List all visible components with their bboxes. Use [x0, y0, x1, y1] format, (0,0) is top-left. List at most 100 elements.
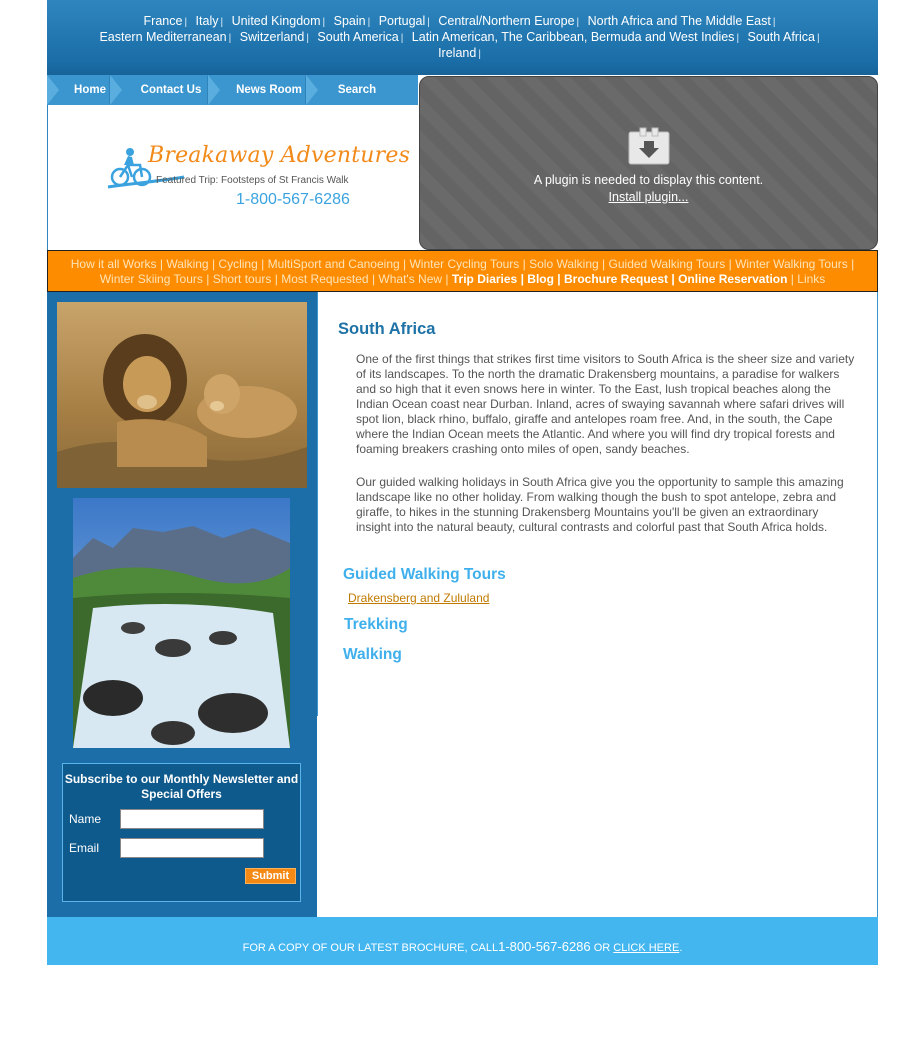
plugin-box[interactable]: A plugin is needed to display this conte…: [419, 76, 878, 250]
cat-separator: |: [728, 257, 732, 271]
country-link[interactable]: France: [144, 14, 183, 28]
cat-winter-cycling[interactable]: Winter Cycling Tours: [409, 257, 519, 271]
nav-contact-us[interactable]: Contact Us: [127, 75, 215, 105]
cat-brochure-request[interactable]: Brochure Request: [564, 272, 668, 286]
cat-cycling[interactable]: Cycling: [218, 257, 257, 271]
footer-prefix: FOR A COPY OF OUR LATEST BROCHURE, CALL: [242, 942, 499, 954]
left-sidebar: Subscribe to our Monthly Newsletter and …: [47, 292, 317, 917]
footer-phone: 1-800-567-6286: [498, 939, 591, 954]
cat-separator: |: [274, 272, 278, 286]
cat-guided-walking[interactable]: Guided Walking Tours: [609, 257, 726, 271]
country-link-item: France |: [144, 14, 193, 28]
section-trekking[interactable]: Trekking: [344, 616, 408, 634]
cat-separator: |: [371, 272, 376, 286]
country-link[interactable]: Portugal: [379, 14, 426, 28]
country-link[interactable]: South Africa: [748, 30, 815, 44]
footer-text: FOR A COPY OF OUR LATEST BROCHURE, CALL1…: [47, 939, 878, 954]
footer-or: OR: [593, 942, 611, 954]
country-separator: |: [736, 33, 740, 44]
country-separator: |: [427, 17, 430, 28]
main-nav: Home Contact Us News Room Search: [47, 75, 418, 105]
country-link-item: Central/Northern Europe |: [438, 14, 584, 28]
country-link-item: United Kingdom |: [232, 14, 331, 28]
cat-whats-new[interactable]: What's New: [378, 272, 442, 286]
country-link-item: Switzerland |: [240, 30, 314, 44]
newsletter-form: Subscribe to our Monthly Newsletter and …: [62, 763, 301, 902]
cat-walking[interactable]: Walking: [166, 257, 208, 271]
cat-how-it-works[interactable]: How it all Works: [71, 257, 157, 271]
country-link[interactable]: North Africa and The Middle East: [588, 14, 771, 28]
cat-separator: |: [211, 257, 216, 271]
cat-winter-skiing[interactable]: Winter Skiing Tours: [100, 272, 203, 286]
country-link-item: South America |: [317, 30, 408, 44]
country-separator: |: [816, 33, 820, 44]
nav-chevron: [208, 75, 220, 105]
country-link[interactable]: South America: [317, 30, 398, 44]
newsletter-name-label: Name: [69, 812, 102, 826]
country-separator: |: [400, 33, 404, 44]
section-walking[interactable]: Walking: [343, 646, 402, 664]
cat-multisport[interactable]: MultiSport and Canoeing: [268, 257, 400, 271]
plugin-download-icon: [628, 127, 670, 165]
cat-trip-diaries[interactable]: Trip Diaries: [452, 272, 517, 286]
footer-click-here-link[interactable]: CLICK HERE: [613, 942, 679, 954]
main-content: South Africa One of the first things tha…: [317, 292, 878, 917]
cat-separator: |: [790, 272, 794, 286]
cat-separator: |: [206, 272, 210, 286]
cat-short-tours[interactable]: Short tours: [213, 272, 272, 286]
country-link[interactable]: Italy: [196, 14, 219, 28]
plugin-message: A plugin is needed to display this conte…: [533, 173, 764, 187]
newsletter-submit-button[interactable]: Submit: [245, 868, 296, 884]
nav-chevron: [306, 75, 318, 105]
country-link-item: Eastern Mediterranean |: [99, 30, 236, 44]
country-link[interactable]: Ireland: [438, 46, 476, 60]
footer-bar: FOR A COPY OF OUR LATEST BROCHURE, CALL1…: [47, 917, 878, 965]
country-separator: |: [478, 49, 481, 60]
category-bar: How it all Works | Walking | Cycling | M…: [47, 250, 878, 292]
country-separator: |: [367, 17, 371, 28]
newsletter-title: Subscribe to our Monthly Newsletter and …: [64, 772, 299, 801]
cat-links[interactable]: Links: [797, 272, 825, 286]
nav-chevron: [47, 75, 59, 105]
newsletter-name-input[interactable]: [120, 809, 264, 829]
cat-blog[interactable]: Blog: [527, 272, 554, 286]
cat-solo-walking[interactable]: Solo Walking: [529, 257, 599, 271]
nav-chevron: [110, 75, 122, 105]
section-guided-walking-tours[interactable]: Guided Walking Tours: [343, 566, 506, 584]
country-separator: |: [306, 33, 309, 44]
drakensberg-zululand-link[interactable]: Drakensberg and Zululand: [348, 591, 489, 605]
cat-online-reservation[interactable]: Online Reservation: [678, 272, 787, 286]
country-link-item: South Africa |: [748, 30, 825, 44]
country-link-item: Italy |: [196, 14, 229, 28]
country-link[interactable]: Latin American, The Caribbean, Bermuda a…: [412, 30, 735, 44]
intro-paragraph: One of the first things that strikes fir…: [356, 352, 855, 456]
guided-paragraph: Our guided walking holidays in South Afr…: [356, 475, 844, 534]
category-links: How it all Works | Walking | Cycling | M…: [60, 257, 865, 287]
nav-news-room[interactable]: News Room: [227, 75, 311, 105]
country-link[interactable]: Switzerland: [240, 30, 305, 44]
cat-separator: |: [403, 257, 407, 271]
install-plugin-link[interactable]: Install plugin...: [420, 190, 877, 204]
logo-area[interactable]: Breakaway Adventures Featured Trip: Foot…: [47, 105, 418, 250]
cat-separator: |: [671, 272, 675, 286]
country-link[interactable]: Spain: [334, 14, 366, 28]
country-separator: |: [772, 17, 776, 28]
lions-photo: [57, 302, 307, 488]
cat-most-requested[interactable]: Most Requested: [281, 272, 368, 286]
country-separator: |: [184, 17, 188, 28]
cat-winter-walking[interactable]: Winter Walking Tours: [735, 257, 848, 271]
cat-separator: |: [445, 272, 449, 286]
country-link[interactable]: Eastern Mediterranean: [99, 30, 226, 44]
country-link[interactable]: United Kingdom: [232, 14, 321, 28]
cat-separator: |: [557, 272, 561, 286]
nav-search[interactable]: Search: [323, 75, 391, 105]
country-link[interactable]: Central/Northern Europe: [438, 14, 574, 28]
cat-separator: |: [602, 257, 606, 271]
country-link-item: North Africa and The Middle East |: [588, 14, 781, 28]
newsletter-email-label: Email: [69, 841, 100, 855]
newsletter-email-input[interactable]: [120, 838, 264, 858]
country-separator: |: [576, 17, 580, 28]
footer-suffix: .: [679, 942, 683, 954]
cat-separator: |: [520, 272, 524, 286]
country-links: France | Italy | United Kingdom | Spain | Po…: [77, 14, 847, 62]
